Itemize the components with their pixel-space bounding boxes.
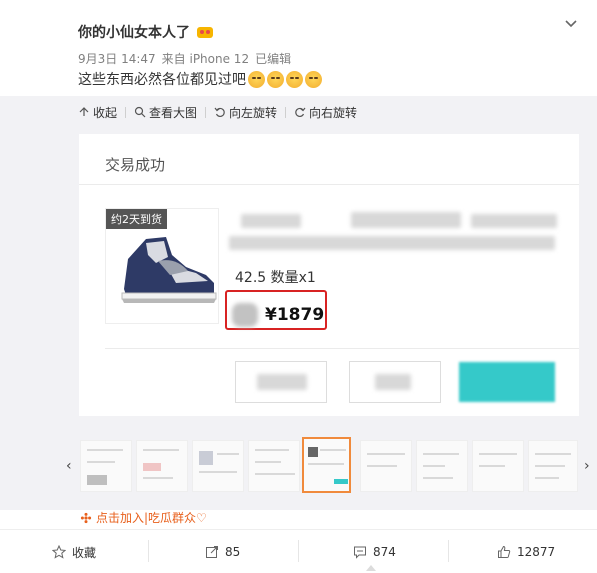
divider xyxy=(79,184,579,185)
blurred-avatar xyxy=(232,303,258,327)
blurred-button-text xyxy=(375,374,411,390)
crying-emoji-icon xyxy=(305,70,322,88)
repost-button[interactable]: 85 xyxy=(205,530,240,573)
thumbnail[interactable] xyxy=(136,440,188,492)
order-price: ¥1879 xyxy=(265,305,325,325)
collapse-button[interactable]: 收起 xyxy=(78,104,125,121)
blurred-title xyxy=(351,212,461,228)
thumbnail[interactable] xyxy=(192,440,244,492)
product-spec: 42.5 数量x1 xyxy=(235,270,316,286)
comment-icon xyxy=(354,546,366,559)
favorite-button[interactable]: 收藏 xyxy=(52,530,96,573)
thumbnail[interactable] xyxy=(248,440,300,492)
rotate-left-label: 向左旋转 xyxy=(229,105,278,120)
post-text: 这些东西必然各位都见过吧 xyxy=(78,69,322,89)
repost-icon xyxy=(206,546,218,558)
thumbnail[interactable] xyxy=(80,440,132,492)
thumbnail[interactable] xyxy=(472,440,524,492)
rotate-right-button[interactable]: 向右旋转 xyxy=(286,104,365,121)
thumbnail[interactable] xyxy=(360,440,412,492)
collapse-label: 收起 xyxy=(93,105,118,120)
order-status-title: 交易成功 xyxy=(105,156,166,174)
promo-text: 点击加入|吃瓜群众♡ xyxy=(96,511,207,525)
edited-label[interactable]: 已编辑 xyxy=(255,52,291,66)
post-source: 来自 iPhone 12 xyxy=(161,52,250,66)
rotate-left-icon xyxy=(214,107,225,118)
rotate-right-label: 向右旋转 xyxy=(309,105,358,120)
thumbs-up-icon xyxy=(498,545,511,558)
footer-divider xyxy=(298,540,299,562)
footer-divider xyxy=(148,540,149,562)
magnifier-icon xyxy=(134,106,146,118)
like-button[interactable]: 12877 xyxy=(497,530,555,573)
flower-icon xyxy=(80,512,92,523)
like-count: 12877 xyxy=(517,545,556,559)
crying-emoji-icon xyxy=(286,70,303,88)
username[interactable]: 你的小仙女本人了 xyxy=(78,22,190,42)
rotate-left-button[interactable]: 向左旋转 xyxy=(206,104,285,121)
repost-count: 85 xyxy=(225,545,241,559)
product-image: 约2天到货 xyxy=(105,208,219,324)
thumbnail-active[interactable] xyxy=(302,437,351,493)
rotate-right-icon xyxy=(295,107,306,118)
action-bar: 收藏 85 874 12877 xyxy=(0,529,597,573)
view-large-button[interactable]: 查看大图 xyxy=(126,104,205,121)
shipping-tag: 约2天到货 xyxy=(106,209,167,229)
post-header: 你的小仙女本人了 xyxy=(78,22,214,42)
promo-link[interactable]: 点击加入|吃瓜群众♡ xyxy=(80,509,207,526)
favorite-label: 收藏 xyxy=(72,545,97,560)
post-meta: 9月3日 14:47 来自 iPhone 12 已编辑 xyxy=(78,50,297,67)
comment-count: 874 xyxy=(373,545,396,559)
thumbnail[interactable] xyxy=(528,440,578,492)
chevron-down-icon[interactable] xyxy=(563,16,579,32)
main-image[interactable]: 交易成功 约2天到货 42.5 数量x1 ¥1879 xyxy=(79,134,579,416)
blurred-title xyxy=(241,214,301,228)
divider xyxy=(105,348,579,349)
blurred-title xyxy=(229,236,555,250)
crying-emoji-icon xyxy=(248,70,265,88)
image-toolbar: 收起 查看大图 向左旋转 向右旋转 xyxy=(78,103,365,121)
thumbnail-strip xyxy=(64,437,596,498)
username-row: 你的小仙女本人了 xyxy=(78,22,214,42)
post-text-content: 这些东西必然各位都见过吧 xyxy=(78,72,246,88)
blurred-primary-button xyxy=(459,362,555,402)
vip-badge-icon xyxy=(197,27,213,38)
blurred-button-text xyxy=(257,374,307,390)
post-date[interactable]: 9月3日 14:47 xyxy=(78,52,156,66)
star-icon xyxy=(52,545,66,559)
footer-divider xyxy=(448,540,449,562)
crying-emoji-icon xyxy=(267,70,284,88)
comment-pointer xyxy=(366,565,376,571)
blurred-title xyxy=(471,214,557,228)
collapse-icon xyxy=(79,107,89,116)
view-large-label: 查看大图 xyxy=(149,105,198,120)
thumbnail[interactable] xyxy=(416,440,468,492)
